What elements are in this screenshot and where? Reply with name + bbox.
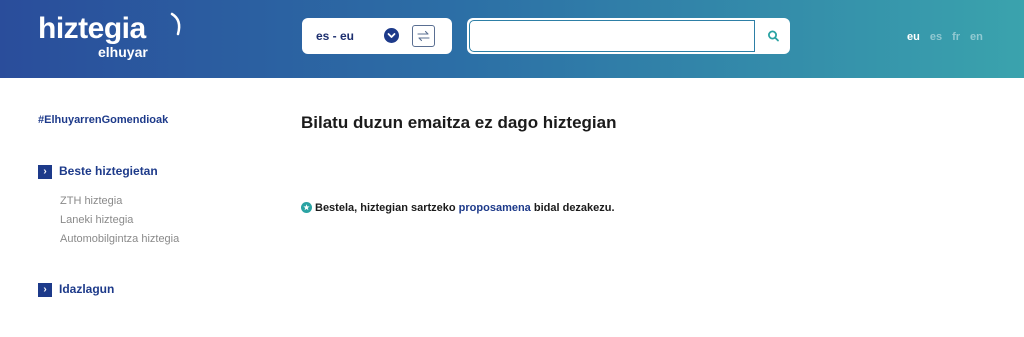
swap-arrows-icon[interactable] xyxy=(412,25,435,47)
header: hiztegia elhuyar es - eu eu es fr en xyxy=(0,0,1024,78)
hint-text-after: bidal dezakezu. xyxy=(530,202,615,214)
sidebar-link-laneki[interactable]: Laneki hiztegia xyxy=(60,211,179,230)
hint-text-before: Bestela, hiztegian sartzeko xyxy=(315,202,459,214)
logo-swoosh-icon xyxy=(170,12,181,36)
page-title: Bilatu duzun emaitza ez dago hiztegian xyxy=(301,113,617,132)
search-input[interactable] xyxy=(469,20,755,52)
logo[interactable]: hiztegia elhuyar xyxy=(38,12,181,59)
proposal-hint: Bestela, hiztegian sartzeko proposamena … xyxy=(301,202,615,214)
chevron-right-icon: › xyxy=(38,164,52,179)
section-idazlagun[interactable]: › Idazlagun xyxy=(38,282,114,297)
logo-main-text: hiztegia xyxy=(38,12,146,45)
language-fr[interactable]: fr xyxy=(952,31,960,43)
star-badge-icon xyxy=(301,202,312,213)
hashtag-link[interactable]: #ElhuyarrenGomendioak xyxy=(38,114,168,126)
search-box xyxy=(467,18,790,54)
search-button[interactable] xyxy=(757,18,790,54)
chevron-right-icon: › xyxy=(38,282,52,297)
language-pair-label: es - eu xyxy=(316,29,355,43)
language-en[interactable]: en xyxy=(970,31,983,43)
proposal-link[interactable]: proposamena xyxy=(459,202,531,214)
language-es[interactable]: es xyxy=(930,31,942,43)
sidebar-link-automobilgintza[interactable]: Automobilgintza hiztegia xyxy=(60,230,179,249)
language-pair-selector[interactable]: es - eu xyxy=(302,18,452,54)
section-beste-hiztegietan[interactable]: › Beste hiztegietan xyxy=(38,164,158,179)
chevron-down-icon[interactable] xyxy=(384,28,399,43)
logo-sub-text: elhuyar xyxy=(98,44,148,60)
sidebar-link-zth[interactable]: ZTH hiztegia xyxy=(60,192,179,211)
search-icon xyxy=(767,30,779,42)
section-label: Beste hiztegietan xyxy=(59,164,158,178)
sub-links: ZTH hiztegia Laneki hiztegia Automobilgi… xyxy=(60,192,179,249)
section-label: Idazlagun xyxy=(59,282,115,296)
language-eu[interactable]: eu xyxy=(907,31,920,43)
language-switcher: eu es fr en xyxy=(907,31,993,43)
